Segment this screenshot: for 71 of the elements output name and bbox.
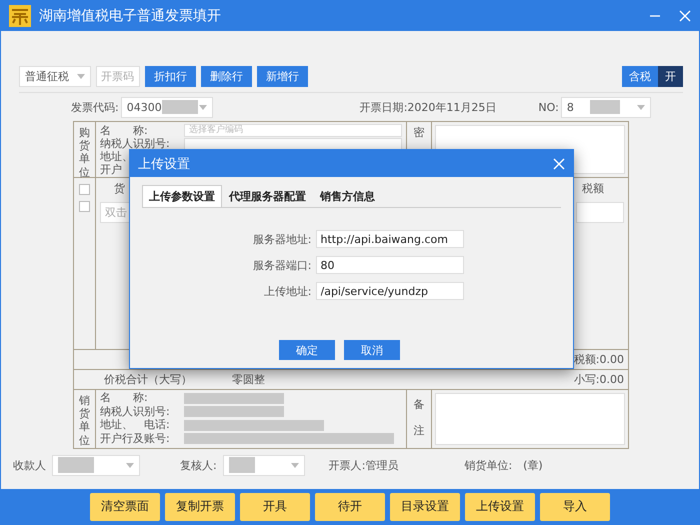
setting-label: 服务器端口: (252, 258, 312, 272)
seller-field-label: 地址、 电话: (100, 419, 170, 432)
payee-label: 收款人 (13, 458, 46, 472)
setting-input[interactable]: http://api.baiwang.com (316, 230, 464, 248)
action-button[interactable]: 复制开票 (165, 492, 235, 520)
seller-stamp-label: 销货单位: (章) (464, 458, 543, 472)
app-logo-icon (9, 5, 31, 27)
seller-field-label: 名 称: (100, 392, 148, 404)
buyer-field-label: 名 称: (100, 124, 148, 136)
invoice-number-dropdown[interactable]: 8 (560, 96, 651, 118)
close-icon[interactable] (553, 158, 565, 170)
column-header: 货 (114, 181, 125, 196)
toolbar-button[interactable]: 折扣行 (145, 66, 196, 86)
tax-toggle[interactable]: 开 (658, 66, 683, 86)
dropdown-caret-icon (198, 104, 207, 110)
tax-mode-dropdown[interactable]: 普通征税 (19, 66, 91, 86)
dialog-button[interactable]: 取消 (344, 340, 400, 360)
dropdown-caret-icon (290, 462, 299, 468)
buyer-section-label: 购货单位 (79, 126, 90, 177)
setting-input[interactable]: 80 (316, 256, 464, 274)
drawer-label: 开票人:管理员 (328, 458, 398, 472)
buyer-field-label: 地址、 (100, 151, 133, 163)
blurred-value (228, 457, 255, 473)
toolbar-button[interactable]: 新增行 (257, 66, 308, 86)
buyer-field-label: 纳税人识别号: (100, 138, 170, 150)
tax-included-label: 含税 (622, 66, 658, 86)
close-icon[interactable] (679, 10, 691, 22)
dropdown-caret-icon (77, 74, 85, 78)
seller-field-label: 纳税人识别号: (100, 406, 170, 418)
blurred-value (58, 457, 94, 473)
dialog-button[interactable]: 确定 (279, 340, 335, 360)
column-header: 税额 (582, 181, 604, 196)
action-button[interactable]: 待开 (315, 492, 385, 520)
dropdown-caret-icon (636, 104, 645, 110)
window-title: 湖南增值税电子普通发票填开 (39, 7, 222, 25)
total-words: 零圆整 (232, 372, 265, 387)
action-button[interactable]: 清空票面 (90, 492, 160, 520)
setting-label: 服务器地址: (252, 232, 312, 246)
total-tax: 税额:0.00 (574, 352, 624, 367)
invoice-code-dropdown[interactable]: 04300 (120, 96, 213, 118)
seller-field-label: 开户行及账号: (100, 432, 170, 445)
blurred-value (162, 100, 198, 114)
select-all-checkbox[interactable] (79, 184, 90, 195)
buyer-field-label: 开户 (100, 164, 122, 176)
dialog-tab[interactable]: 代理服务器配置 (222, 185, 313, 207)
remark-label: 备注 (414, 397, 424, 440)
setting-input[interactable]: /api/service/yundzp (316, 282, 464, 300)
invoice-number-label: NO: (538, 100, 559, 114)
toolbar-button[interactable]: 删除行 (201, 66, 252, 86)
total-words-label: 价税合计（大写） (104, 372, 192, 387)
invoice-code-label: 发票代码: (71, 100, 119, 114)
buyer-input-field[interactable] (184, 138, 402, 150)
reviewer-label: 复核人: (180, 458, 217, 472)
action-button[interactable]: 开具 (240, 492, 310, 520)
dialog-tab[interactable]: 上传参数设置 (142, 185, 222, 207)
row-checkbox[interactable] (79, 201, 90, 212)
tax-amount-field[interactable] (576, 202, 624, 223)
action-button[interactable]: 导入 (540, 492, 610, 520)
invoice-date: 开票日期:2020年11月25日 (360, 100, 496, 114)
cipher-label: 密 (414, 126, 424, 141)
blurred-value (590, 100, 620, 114)
payee-dropdown[interactable] (52, 454, 140, 476)
total-small: 小写:0.00 (574, 372, 624, 387)
dialog-tab[interactable]: 销售方信息 (313, 185, 382, 207)
reviewer-dropdown[interactable] (222, 454, 305, 476)
dropdown-caret-icon (126, 462, 134, 468)
action-button[interactable]: 目录设置 (390, 492, 460, 520)
action-button[interactable]: 上传设置 (465, 492, 535, 520)
seller-section-label: 销货单位 (79, 394, 90, 448)
dialog-title: 上传设置 (138, 156, 190, 172)
setting-label: 上传地址: (262, 284, 312, 298)
